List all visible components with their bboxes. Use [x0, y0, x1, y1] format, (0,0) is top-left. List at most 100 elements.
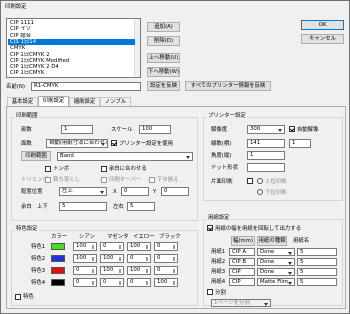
spot-m-input[interactable]: 0: [100, 242, 124, 251]
style-list-item[interactable]: CIP 1日CMYK Modified: [8, 58, 135, 64]
paper-name-input[interactable]: 5: [297, 248, 337, 256]
printer-side-label: 片面印刷: [211, 179, 233, 185]
tab-reduce[interactable]: 縮刷設定: [69, 97, 100, 106]
spot-color-title: 特色設定: [15, 226, 39, 233]
tombo-label: トンボ: [53, 166, 70, 172]
dot-shape-input[interactable]: [247, 163, 285, 172]
style-list-item[interactable]: CMYK: [8, 45, 135, 51]
style-list[interactable]: CIP 1111 CIP イソ CIP 結合 CIS 1日14 CMYK CIP 1日CM…: [6, 18, 141, 78]
spot-color-swatch[interactable]: [51, 255, 65, 262]
lower-left-checkbox[interactable]: [149, 177, 155, 183]
paper-type-select[interactable]: Matte Film: [257, 278, 295, 286]
margin-top-input[interactable]: 5: [59, 202, 107, 211]
rotate-paper-checkbox[interactable]: [207, 225, 213, 231]
add-button[interactable]: 追加(A): [147, 22, 180, 32]
y-input[interactable]: 0: [161, 187, 189, 196]
paper-width-input[interactable]: CIP: [229, 278, 255, 286]
margin-side-input[interactable]: 5: [127, 202, 155, 211]
inner-margin-checkbox[interactable]: [101, 166, 107, 172]
no-bleed-checkbox[interactable]: [45, 177, 51, 183]
y-label: Y: [153, 189, 157, 195]
paper-name-input[interactable]: 5: [297, 278, 337, 286]
spot-color-swatch[interactable]: [51, 279, 65, 286]
spot-color-swatch[interactable]: [51, 267, 65, 274]
cancel-button[interactable]: キャンセル: [301, 34, 344, 44]
style-list-item[interactable]: CIP イソ: [8, 26, 135, 32]
spot-y-input[interactable]: 100: [127, 266, 151, 275]
tab-nombre[interactable]: ノンブル: [100, 97, 131, 106]
range-select[interactable]: Band: [57, 152, 193, 161]
paper-width-button[interactable]: 幅(mm): [231, 236, 255, 246]
spot-y-input[interactable]: 100: [127, 242, 151, 251]
spot-c-input[interactable]: 100: [73, 254, 97, 263]
screen-spin[interactable]: 1: [289, 139, 311, 148]
copies-input[interactable]: 1: [61, 125, 93, 134]
dot-shape-label: ドット形状: [211, 165, 238, 171]
screen-label: 線数(横): [211, 141, 232, 147]
radio-lower[interactable]: [257, 189, 263, 195]
paper-type-button[interactable]: 用紙の種類: [257, 236, 287, 246]
tab-basic[interactable]: 基本設定: [7, 97, 38, 106]
spot-color-swatch[interactable]: [51, 243, 65, 250]
spot-y-input[interactable]: 0: [127, 254, 151, 263]
spot-m-input[interactable]: 100: [100, 266, 124, 275]
name-input[interactable]: R1-CMYK: [31, 82, 141, 91]
scale-input[interactable]: 100: [139, 125, 171, 134]
position-select[interactable]: 左上: [59, 187, 107, 196]
apply-all-printers-button[interactable]: すべてのプリンター情報を反映: [185, 81, 271, 91]
overprint-checkbox[interactable]: [101, 177, 107, 183]
style-list-item[interactable]: CIP 1日CMYK 2 D4: [8, 64, 135, 70]
tab-print[interactable]: 印刷設定: [38, 96, 69, 106]
style-list-item[interactable]: CIP 1111: [8, 20, 135, 26]
paper-type-select[interactable]: Done: [257, 268, 295, 276]
spot-m-input[interactable]: 100: [100, 254, 124, 263]
style-list-item[interactable]: CIP 1日CMYK: [8, 70, 135, 76]
use-printer-checkbox[interactable]: [111, 140, 117, 146]
spot-row-label: 特色3: [31, 268, 46, 274]
printer-settings-title: プリンター設定: [207, 113, 247, 120]
spot-k-input[interactable]: 100: [154, 278, 178, 287]
spot-c-input[interactable]: 0: [73, 266, 97, 275]
style-list-item[interactable]: CIP 1日CMYK 2: [8, 52, 135, 58]
split-select[interactable]: 1ページを分割: [211, 299, 271, 307]
auto-resolution-checkbox[interactable]: [289, 126, 295, 132]
paper-name-input[interactable]: 5: [297, 268, 337, 276]
split-checkbox[interactable]: [207, 289, 213, 295]
print-range-button[interactable]: 印刷範囲: [21, 151, 51, 161]
delete-button[interactable]: 削除(D): [147, 36, 180, 46]
style-list-item[interactable]: CIS 1日14: [8, 38, 135, 45]
apply-default-button[interactable]: 設定を反映: [147, 81, 180, 91]
style-list-item[interactable]: CIP 結合: [8, 33, 135, 39]
paper-row-label: 用紙4: [211, 279, 226, 285]
move-up-button[interactable]: 上へ移動(U): [147, 53, 180, 63]
paper-width-input[interactable]: CIP B: [229, 258, 255, 266]
angle-label: 角度(縦): [211, 153, 232, 159]
angle-input[interactable]: 1: [247, 151, 285, 160]
paper-name-input[interactable]: 5: [297, 258, 337, 266]
paper-type-select[interactable]: Done: [257, 258, 295, 266]
spot-k-input[interactable]: 0: [154, 242, 178, 251]
spot-k-input[interactable]: 0: [154, 266, 178, 275]
tombo-checkbox[interactable]: [45, 166, 51, 172]
copies-label: 部数: [21, 127, 32, 133]
ok-button[interactable]: OK: [301, 20, 344, 30]
spot-k-input[interactable]: 0: [154, 254, 178, 263]
screen-input[interactable]: 141: [247, 139, 285, 148]
paper-width-input[interactable]: CIP A: [229, 248, 255, 256]
window-title: 印刷設定: [5, 4, 27, 10]
printer-side-checkbox[interactable]: [247, 178, 253, 184]
spot-y-input[interactable]: 0: [127, 278, 151, 287]
x-input[interactable]: 0: [121, 187, 149, 196]
spot-m-input[interactable]: 0: [100, 278, 124, 287]
spot-color-checkbox[interactable]: [15, 294, 21, 300]
paper-type-select[interactable]: Done: [257, 248, 295, 256]
header-magenta: マゼンタ: [107, 234, 129, 240]
spot-c-input[interactable]: 0: [73, 278, 97, 287]
mode-select[interactable]: 自動(用紙寸法に合わせる): [46, 139, 108, 148]
radio-upper[interactable]: [257, 178, 263, 184]
move-down-button[interactable]: 下へ移動(W): [147, 67, 180, 77]
overprint-label: 印刷オーバー: [109, 177, 142, 183]
resolution-select[interactable]: 300: [247, 125, 285, 134]
spot-c-input[interactable]: 100: [73, 242, 97, 251]
paper-width-input[interactable]: CIP: [229, 268, 255, 276]
